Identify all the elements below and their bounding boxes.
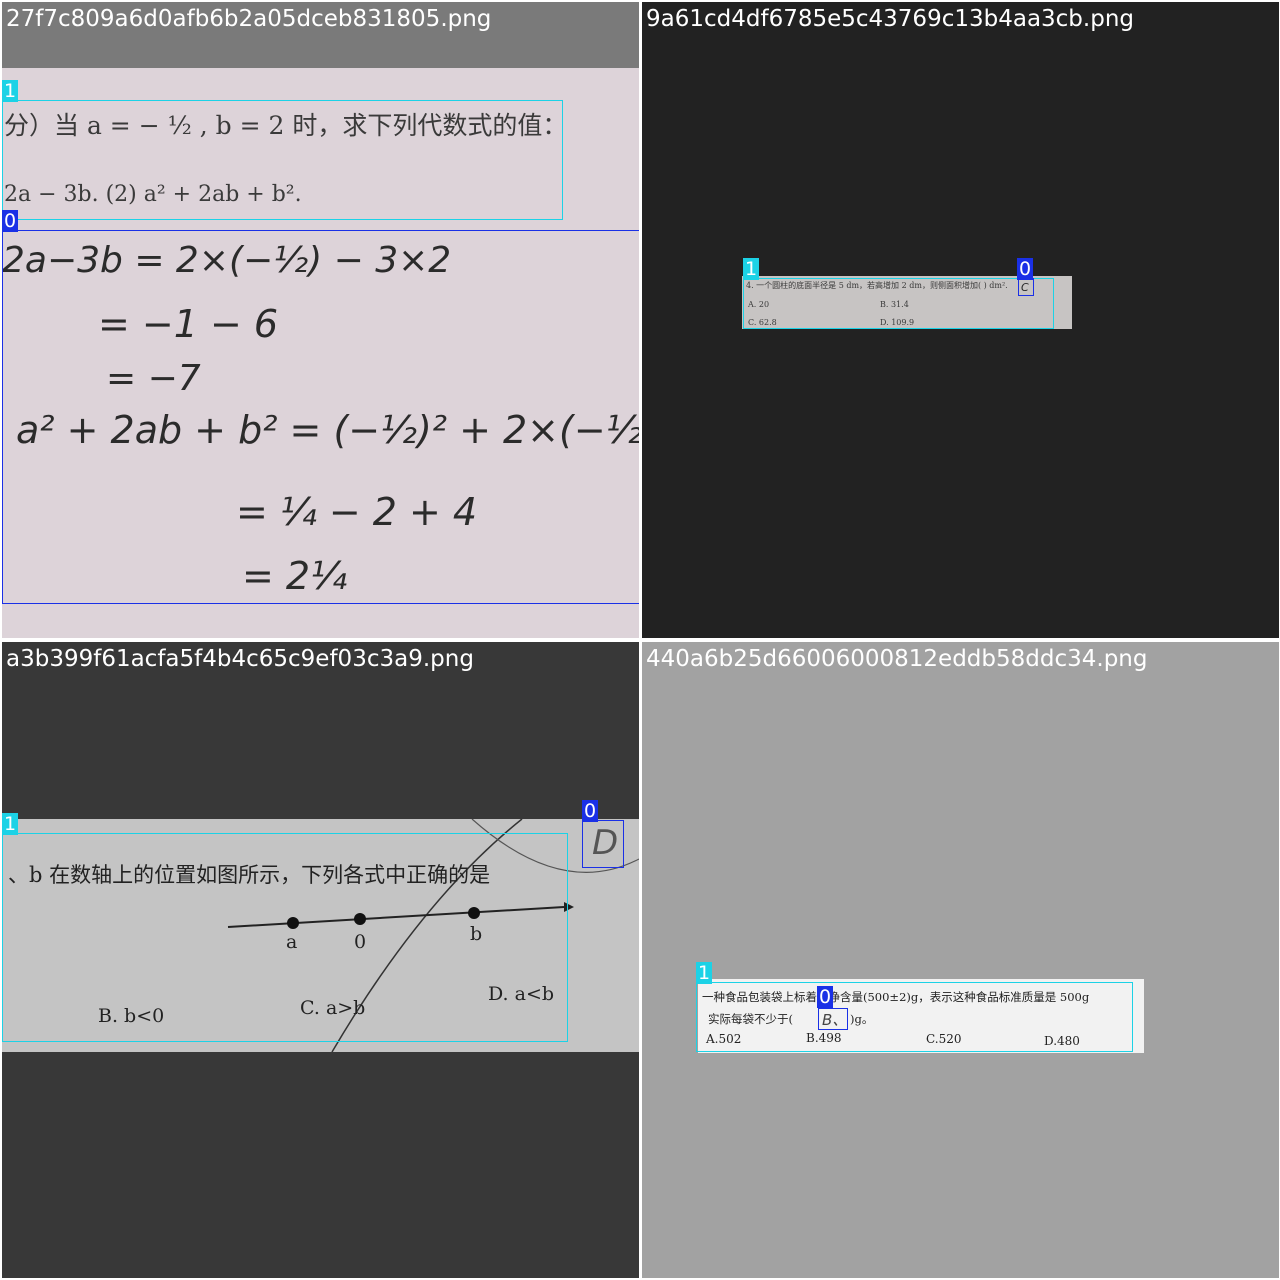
detection-box-class-1 [743, 278, 1054, 329]
mosaic-tile-2: 9a61cd4df6785e5c43769c13b4aa3cb.png 4. 一… [642, 2, 1279, 638]
tile-filename: a3b399f61acfa5f4b4c65c9ef03c3a9.png [6, 646, 474, 672]
detection-box-class-1 [696, 982, 1133, 1052]
detection-label-class-0: 0 [2, 210, 19, 232]
detection-box-class-0 [2, 230, 639, 604]
detection-label-class-1: 1 [696, 962, 713, 984]
mosaic-tile-3: a3b399f61acfa5f4b4c65c9ef03c3a9.png 、b 在… [2, 642, 639, 1278]
detection-label-class-0: 0 [582, 800, 599, 822]
detection-box-class-0 [818, 1008, 848, 1030]
tile-filename: 27f7c809a6d0afb6b2a05dceb831805.png [6, 6, 492, 32]
detection-label-class-1: 1 [2, 813, 19, 835]
detection-box-class-1 [2, 100, 563, 220]
tile-filename: 9a61cd4df6785e5c43769c13b4aa3cb.png [646, 6, 1134, 32]
mosaic-tile-4: 440a6b25d66006000812eddb58ddc34.png 一种食品… [642, 642, 1279, 1278]
detection-box-class-0 [1018, 278, 1034, 296]
detection-label-class-1: 1 [743, 258, 760, 280]
mosaic-tile-1: 27f7c809a6d0afb6b2a05dceb831805.png 分）当 … [2, 2, 639, 638]
detection-label-class-1: 1 [2, 80, 19, 102]
detection-box-class-0 [582, 820, 624, 868]
detection-label-class-0: 0 [817, 986, 834, 1008]
detection-box-class-1 [2, 833, 568, 1042]
detection-label-class-0: 0 [1017, 258, 1034, 280]
tile-filename: 440a6b25d66006000812eddb58ddc34.png [646, 646, 1148, 672]
